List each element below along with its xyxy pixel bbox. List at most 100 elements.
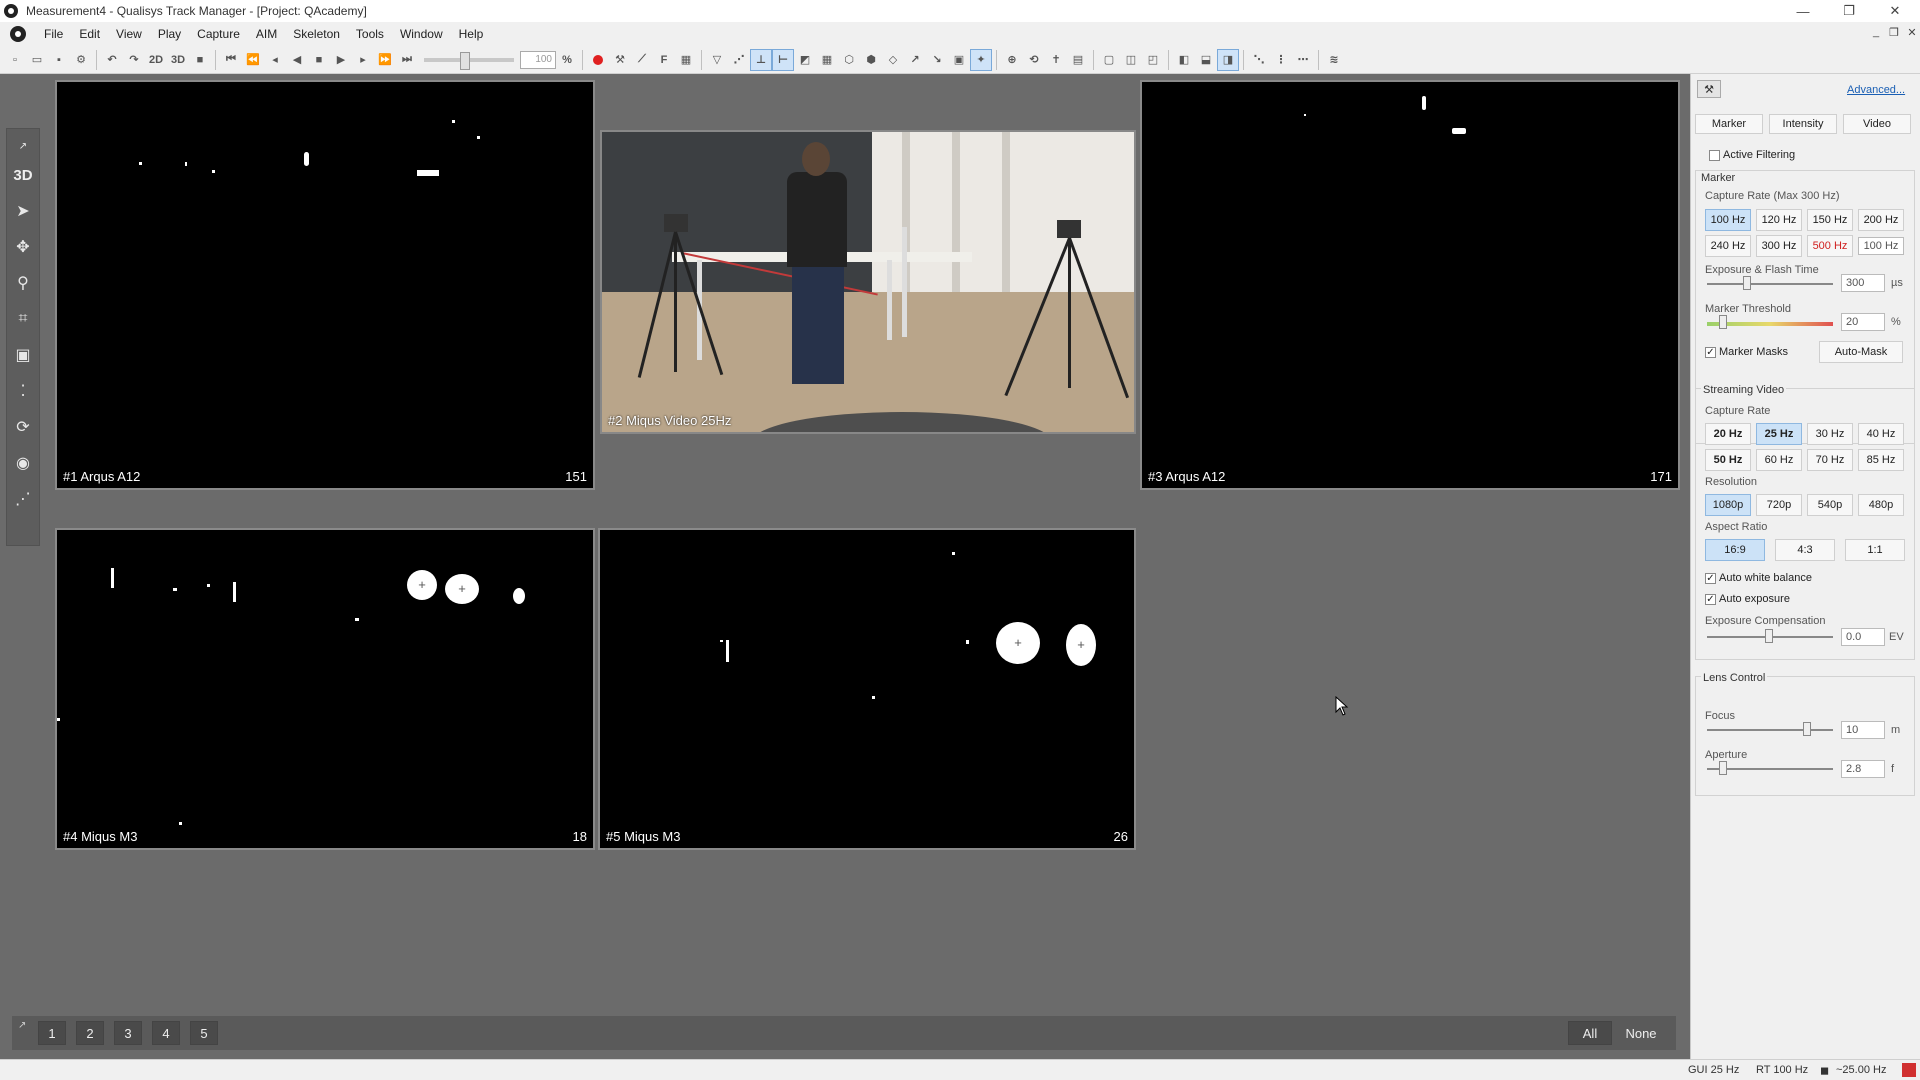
marker-rate-120[interactable]: 120 Hz: [1756, 209, 1802, 231]
resolution-540p[interactable]: 540p: [1807, 494, 1853, 516]
aperture-slider-knob[interactable]: [1719, 761, 1727, 775]
rotate-view-icon[interactable]: ⟲: [1023, 49, 1045, 71]
marker-rate-300[interactable]: 300 Hz: [1756, 235, 1802, 257]
playback-speed-field[interactable]: 100: [520, 50, 556, 69]
play-icon[interactable]: ▶: [330, 49, 352, 71]
new-file-icon[interactable]: ▫: [4, 49, 26, 71]
bone-tool-icon[interactable]: ⊢: [772, 48, 794, 71]
marker-rate-500[interactable]: 500 Hz: [1807, 235, 1853, 257]
menu-capture[interactable]: Capture: [189, 27, 248, 41]
app-menu-icon[interactable]: [10, 26, 26, 42]
trajectory-gap-icon[interactable]: ⋯: [1292, 49, 1314, 71]
focus-slider[interactable]: [1707, 729, 1833, 731]
menu-skeleton[interactable]: Skeleton: [285, 27, 348, 41]
exposure-comp-field[interactable]: 0.0: [1841, 628, 1885, 646]
marker-rate-150[interactable]: 150 Hz: [1807, 209, 1853, 231]
close-icon[interactable]: ✕: [1874, 0, 1916, 22]
arrow-tool-icon[interactable]: ↗: [904, 49, 926, 71]
first-frame-icon[interactable]: ⏮: [220, 49, 242, 71]
wire-cube-icon[interactable]: ◇: [882, 49, 904, 71]
marker-tool-icon[interactable]: ⋰: [728, 49, 750, 71]
menu-window[interactable]: Window: [392, 27, 451, 41]
force-plate-icon[interactable]: ↘: [926, 49, 948, 71]
menu-play[interactable]: Play: [150, 27, 189, 41]
camera-tool-icon[interactable]: ▣: [948, 49, 970, 71]
human-icon[interactable]: ✝: [1045, 49, 1067, 71]
stream-rate-50[interactable]: 50 Hz: [1705, 449, 1751, 471]
bone-icon[interactable]: ⁚: [9, 377, 37, 405]
skeleton-tool-icon[interactable]: ✦: [970, 48, 992, 71]
auto-exposure-checkbox[interactable]: ✓: [1705, 594, 1716, 605]
focus-slider-knob[interactable]: [1803, 722, 1811, 736]
page-button-3[interactable]: 3: [114, 1021, 142, 1045]
panel-bottom-icon[interactable]: ⬓: [1195, 49, 1217, 71]
panel-right-icon[interactable]: ◨: [1217, 48, 1239, 71]
camera-view-3[interactable]: #3 Arqus A12 171: [1140, 80, 1680, 490]
marker-rate-custom-field[interactable]: 100 Hz: [1858, 237, 1904, 255]
grid-tool-icon[interactable]: ▦: [816, 49, 838, 71]
resolution-480p[interactable]: 480p: [1858, 494, 1904, 516]
view-2d-button[interactable]: 2D: [145, 49, 167, 71]
stream-rate-85[interactable]: 85 Hz: [1858, 449, 1904, 471]
step-forward-icon[interactable]: ▸: [352, 49, 374, 71]
cube-tool-icon[interactable]: ◩: [794, 49, 816, 71]
wand-icon[interactable]: ⚒: [609, 49, 631, 71]
select-arrow-icon[interactable]: ➤: [9, 197, 37, 225]
step-back-icon[interactable]: ◂: [264, 49, 286, 71]
alert-status-icon[interactable]: [1902, 1063, 1916, 1077]
filter-icon[interactable]: F: [653, 49, 675, 71]
view-3d-toggle[interactable]: 3D: [9, 161, 37, 189]
focus-field[interactable]: 10: [1841, 721, 1885, 739]
camera-view-4[interactable]: #4 Miqus M3 18: [55, 528, 595, 850]
save-icon[interactable]: ▪: [48, 49, 70, 71]
move-icon[interactable]: ✥: [9, 233, 37, 261]
fast-forward-icon[interactable]: ⏩: [374, 49, 396, 71]
menu-view[interactable]: View: [108, 27, 150, 41]
trajectory-icon[interactable]: ⋰: [9, 485, 37, 513]
stop-icon[interactable]: ■: [308, 49, 330, 71]
stream-rate-60[interactable]: 60 Hz: [1756, 449, 1802, 471]
menu-file[interactable]: File: [36, 27, 71, 41]
aspect-1-1[interactable]: 1:1: [1845, 539, 1905, 561]
mdi-close-icon[interactable]: ✕: [1904, 26, 1920, 39]
settings-icon[interactable]: ⚙: [70, 49, 92, 71]
tab-video[interactable]: Video: [1843, 114, 1911, 134]
mask-icon[interactable]: ▣: [9, 341, 37, 369]
menu-aim[interactable]: AIM: [248, 27, 285, 41]
last-frame-icon[interactable]: ⏭: [396, 49, 418, 71]
page-all-button[interactable]: All: [1568, 1021, 1612, 1045]
stream-rate-30[interactable]: 30 Hz: [1807, 423, 1853, 445]
tab-marker[interactable]: Marker: [1695, 114, 1763, 134]
page-button-1[interactable]: 1: [38, 1021, 66, 1045]
aspect-16-9[interactable]: 16:9: [1705, 539, 1765, 561]
playback-speed-slider[interactable]: [424, 51, 514, 70]
exposure-comp-slider-knob[interactable]: [1765, 629, 1773, 643]
marker-rate-240[interactable]: 240 Hz: [1705, 235, 1751, 257]
auto-mask-button[interactable]: Auto-Mask: [1819, 341, 1903, 363]
expand-icon[interactable]: ↗: [9, 139, 37, 153]
center-icon[interactable]: ⊕: [1001, 49, 1023, 71]
page-button-2[interactable]: 2: [76, 1021, 104, 1045]
exposure-slider-knob[interactable]: [1743, 276, 1751, 290]
play-back-icon[interactable]: ◀: [286, 49, 308, 71]
menu-tools[interactable]: Tools: [348, 27, 392, 41]
trajectory-color-icon[interactable]: ⋮: [1270, 49, 1292, 71]
box-tool-icon[interactable]: ⬡: [838, 49, 860, 71]
resolution-1080p[interactable]: 1080p: [1705, 494, 1751, 516]
open-file-icon[interactable]: ▭: [26, 49, 48, 71]
zoom-icon[interactable]: ⚲: [9, 269, 37, 297]
video-view-icon[interactable]: ■: [189, 49, 211, 71]
restore-icon[interactable]: ❐: [1828, 0, 1870, 22]
layout-3-icon[interactable]: ◰: [1142, 49, 1164, 71]
exposure-slider[interactable]: [1707, 283, 1833, 285]
exposure-field[interactable]: 300: [1841, 274, 1885, 292]
grid-icon[interactable]: ▦: [675, 49, 697, 71]
threshold-field[interactable]: 20: [1841, 313, 1885, 331]
auto-white-balance-checkbox[interactable]: ✓: [1705, 573, 1716, 584]
page-button-4[interactable]: 4: [152, 1021, 180, 1045]
solid-cube-icon[interactable]: ⬢: [860, 49, 882, 71]
marker-rate-100[interactable]: 100 Hz: [1705, 209, 1751, 231]
aperture-field[interactable]: 2.8: [1841, 760, 1885, 778]
layout-2-icon[interactable]: ◫: [1120, 49, 1142, 71]
advanced-link[interactable]: Advanced...: [1847, 84, 1905, 96]
